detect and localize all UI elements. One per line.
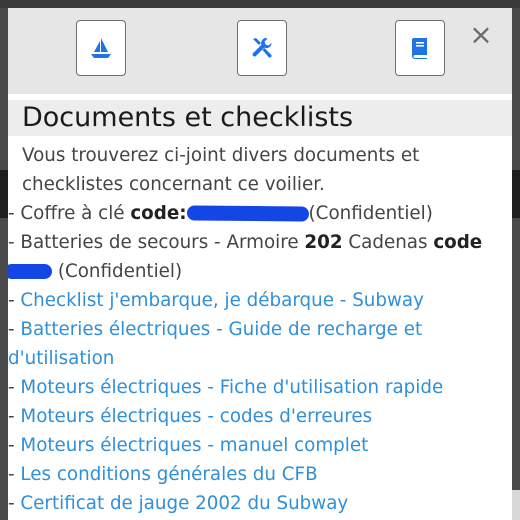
batteries-confidential: (Confidentiel) — [57, 261, 183, 282]
doc-link-item: - Checklist j'embarque, je débarque - Su… — [8, 286, 508, 315]
batteries-secours-continued: (Confidentiel) — [8, 257, 508, 286]
doc-link-checklist[interactable]: Checklist j'embarque, je débarque - Subw… — [20, 290, 424, 311]
list-dash: - — [8, 203, 15, 224]
redacted-code — [8, 264, 52, 279]
tools-button[interactable] — [237, 20, 287, 76]
doc-link-conditions[interactable]: Les conditions générales du CFB — [20, 464, 317, 485]
list-dash: - — [8, 464, 15, 485]
sailboat-icon — [91, 38, 111, 58]
sailboat-button[interactable] — [76, 20, 126, 76]
modal-toolbar: × — [8, 8, 512, 94]
list-dash: - — [8, 493, 15, 514]
coffre-confidential: (Confidentiel) — [308, 203, 433, 224]
coffre-code-label: code: — [130, 203, 187, 224]
doc-link-item: - Moteurs électriques - manuel complet — [8, 431, 508, 460]
modal-content: Vous trouverez ci-joint divers documents… — [8, 141, 508, 518]
doc-link-certificat[interactable]: Certificat de jauge 2002 du Subway — [20, 493, 348, 514]
batteries-secours-text: Batteries de secours - Armoire — [20, 232, 299, 253]
list-dash: - — [8, 232, 15, 253]
title-bar: Documents et checklists — [8, 100, 512, 136]
list-dash: - — [8, 406, 15, 427]
list-dash: - — [8, 377, 15, 398]
redacted-code — [186, 205, 309, 222]
coffre-text: Coffre à clé — [20, 203, 125, 224]
documents-modal: × Documents et checklists Vous trouverez… — [8, 8, 512, 520]
close-icon: × — [469, 18, 493, 51]
batteries-secours-item: - Batteries de secours - Armoire 202 Cad… — [8, 228, 508, 257]
doc-link-item: - Certificat de jauge 2002 du Subway — [8, 489, 508, 518]
doc-link-moteurs-fiche[interactable]: Moteurs électriques - Fiche d'utilisatio… — [20, 377, 443, 398]
tools-icon — [252, 38, 272, 58]
doc-link-moteurs-codes[interactable]: Moteurs électriques - codes d'erreures — [20, 406, 372, 427]
modal-title: Documents et checklists — [22, 102, 354, 133]
doc-link-moteurs-manuel[interactable]: Moteurs électriques - manuel complet — [20, 435, 368, 456]
coffre-item: - Coffre à clé code: (Confidentiel) — [8, 199, 508, 228]
list-dash: - — [8, 290, 15, 311]
book-icon — [412, 38, 427, 59]
doc-link-batteries-guide[interactable]: Batteries électriques - Guide de recharg… — [8, 319, 422, 369]
close-button[interactable]: × — [468, 18, 494, 51]
cadenas-text: Cadenas — [348, 232, 428, 253]
doc-link-item: - Batteries électriques - Guide de recha… — [8, 315, 508, 373]
batteries-code-label: code — [433, 232, 483, 253]
background-top — [0, 0, 520, 8]
list-dash: - — [8, 435, 15, 456]
list-dash: - — [8, 319, 15, 340]
doc-link-item: - Moteurs électriques - codes d'erreures — [8, 402, 508, 431]
book-button[interactable] — [395, 20, 445, 76]
doc-link-item: - Moteurs électriques - Fiche d'utilisat… — [8, 373, 508, 402]
armoire-number: 202 — [304, 232, 343, 253]
doc-link-item: - Les conditions générales du CFB — [8, 460, 508, 489]
intro-text: Vous trouverez ci-joint divers documents… — [22, 145, 420, 195]
